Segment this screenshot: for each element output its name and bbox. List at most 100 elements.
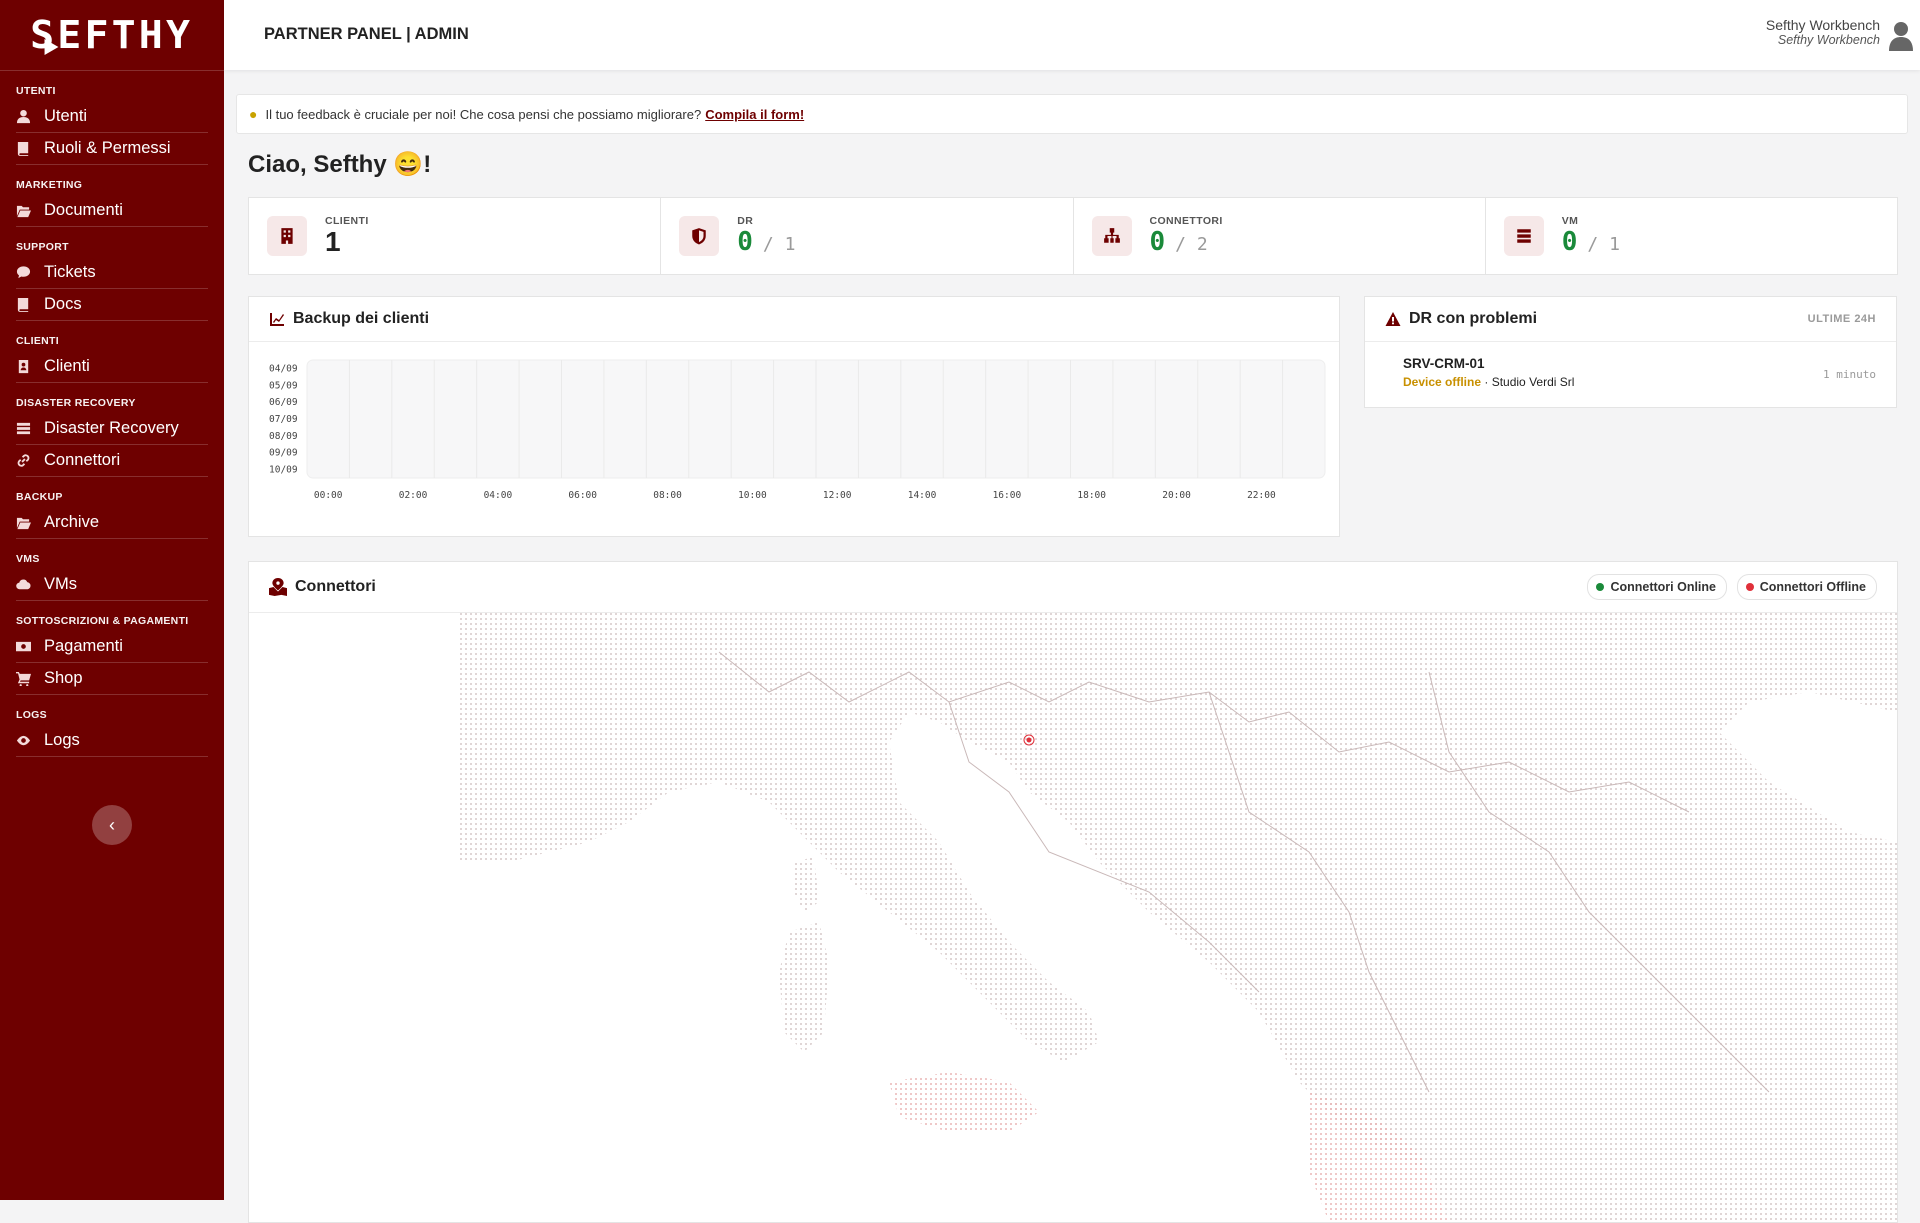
y-tick-label: 05/09 [269,380,298,391]
sidebar-item-label: Ruoli & Permessi [44,139,171,157]
stat-total: / 1 [1587,234,1620,255]
y-tick-label: 07/09 [269,414,298,425]
legend-offline-label: Connettori Offline [1759,580,1866,594]
logo[interactable]: SEFTHY [0,0,224,71]
backup-card-header: Backup dei clienti [249,297,1339,342]
folder-open-icon [16,203,44,218]
dotted-map [459,612,1897,1222]
legend-offline[interactable]: Connettori Offline [1736,574,1877,600]
sidebar-item-connettori[interactable]: Connettori [16,445,208,477]
sidebar-item-docs[interactable]: Docs [16,289,208,321]
x-tick-label: 06:00 [568,490,597,501]
y-tick-label: 06/09 [269,397,298,408]
stat-dr[interactable]: DR 0 / 1 [661,198,1074,274]
dr-problem-item[interactable]: SRV-CRM-01 Device offline · Studio Verdi… [1365,342,1896,389]
cloud-icon [16,577,44,592]
y-tick-label: 09/09 [269,448,298,459]
address-book-icon [16,359,44,374]
sidebar-item-documenti[interactable]: Documenti [16,195,208,227]
legend-online[interactable]: Connettori Online [1587,574,1727,600]
stat-connettori[interactable]: CONNETTORI 0 / 2 [1074,198,1486,274]
connectors-map[interactable] [249,612,1897,1222]
page-title: PARTNER PANEL | ADMIN [264,25,469,43]
sidebar-item-logs[interactable]: Logs [16,725,208,757]
user-menu[interactable]: Sefthy Workbench Sefthy Workbench [1766,18,1913,51]
sidebar-item-label: Archive [44,513,100,531]
nav-section: VMS VMs [16,553,208,601]
sidebar-item-label: Shop [44,669,83,687]
nav-section: CLIENTI Clienti [16,335,208,383]
nav-section-heading: SUPPORT [16,241,69,253]
x-tick-label: 10:00 [738,490,767,501]
sidebar: SEFTHY UTENTI Utenti Ruoli & Permessi MARKE… [0,0,224,1200]
nav-section: SOTTOSCRIZIONI & PAGAMENTI Pagamenti Shop [16,615,208,695]
dr-card-title: DR con problemi [1409,310,1538,327]
nav-section: SUPPORT Tickets Docs [16,241,208,321]
x-tick-label: 02:00 [399,490,428,501]
x-tick-label: 14:00 [908,490,937,501]
sidebar-item-disaster-recovery[interactable]: Disaster Recovery [16,413,208,445]
x-tick-label: 12:00 [823,490,852,501]
sidebar-nav: UTENTI Utenti Ruoli & Permessi MARKETING Doc… [0,85,224,757]
feedback-form-link[interactable]: Compila il form! [705,107,804,122]
network-icon [1091,216,1132,256]
stat-clienti[interactable]: CLIENTI 1 [249,198,662,274]
dr-device-name: SRV-CRM-01 [1403,356,1485,371]
sidebar-item-label: Documenti [44,201,123,219]
nav-section: LOGS Logs [16,709,208,757]
logo-text: SEFTHY [30,13,194,57]
book-icon [16,297,44,312]
connectors-card: Connettori Connettori Online Connettori … [248,561,1898,1223]
stat-value: 1 [325,226,341,257]
money-icon [16,639,44,654]
sidebar-item-tickets[interactable]: Tickets [16,257,208,289]
nav-section-heading: UTENTI [16,85,56,97]
stat-vm[interactable]: VM 0 / 1 [1486,198,1897,274]
time-range-badge: ULTIME 24H [1807,313,1876,325]
nav-section-heading: VMS [16,553,40,565]
sidebar-item-label: Disaster Recovery [44,419,179,437]
dr-time: 1 minuto [1823,368,1876,381]
x-tick-label: 04:00 [484,490,513,501]
x-tick-label: 18:00 [1077,490,1106,501]
connectors-card-title: Connettori [295,578,376,595]
nav-section: MARKETING Documenti [16,179,208,227]
greeting: Ciao, Sefthy 😄! [248,151,432,178]
stat-value: 0 [1561,227,1578,257]
stat-total: / 2 [1175,234,1208,255]
stat-total: / 1 [762,234,796,255]
x-tick-label: 08:00 [653,490,682,501]
nav-section-heading: CLIENTI [16,335,59,347]
sidebar-item-clienti[interactable]: Clienti [16,351,208,383]
backup-card: Backup dei clienti 04/09 05/09 06/09 07/09 0… [248,296,1340,537]
stat-label: CONNETTORI [1149,215,1223,227]
lightbulb-icon: ● [249,106,258,122]
x-tick-label: 00:00 [314,490,343,501]
legend-online-label: Connettori Online [1610,580,1716,594]
collapse-sidebar-button[interactable]: ‹ [92,805,132,845]
nav-section: DISASTER RECOVERY Disaster Recovery Connet… [16,397,208,477]
stats-bar: CLIENTI 1 DR 0 / 1 CONNETTORI 0 / 2 VM 0 / … [248,197,1898,275]
stat-label: VM [1561,215,1579,227]
sidebar-item-shop[interactable]: Shop [16,663,208,695]
dr-separator: · [1481,375,1492,389]
backup-card-title: Backup dei clienti [293,310,430,327]
sidebar-item-utenti[interactable]: Utenti [16,101,208,133]
dr-problems-card: DR con problemi ULTIME 24H SRV-CRM-01 De… [1364,296,1897,408]
sidebar-item-pagamenti[interactable]: Pagamenti [16,631,208,663]
connectors-card-header: Connettori Connettori Online Connettori … [249,562,1897,613]
user-icon [16,109,44,124]
y-tick-label: 08/09 [269,431,298,442]
sidebar-item-ruoli-permessi[interactable]: Ruoli & Permessi [16,133,208,165]
sidebar-item-vms[interactable]: VMs [16,569,208,601]
sidebar-item-label: Logs [44,731,80,749]
sidebar-item-archive[interactable]: Archive [16,507,208,539]
warning-icon [1385,312,1401,326]
feedback-text: Il tuo feedback è cruciale per noi! Che … [265,106,702,122]
stat-value: 0 [737,227,753,257]
sidebar-item-label: Tickets [44,263,96,281]
eye-icon [16,733,44,748]
y-tick-label: 04/09 [269,363,298,374]
nav-section: UTENTI Utenti Ruoli & Permessi [16,85,208,165]
server-icon [1503,216,1544,256]
